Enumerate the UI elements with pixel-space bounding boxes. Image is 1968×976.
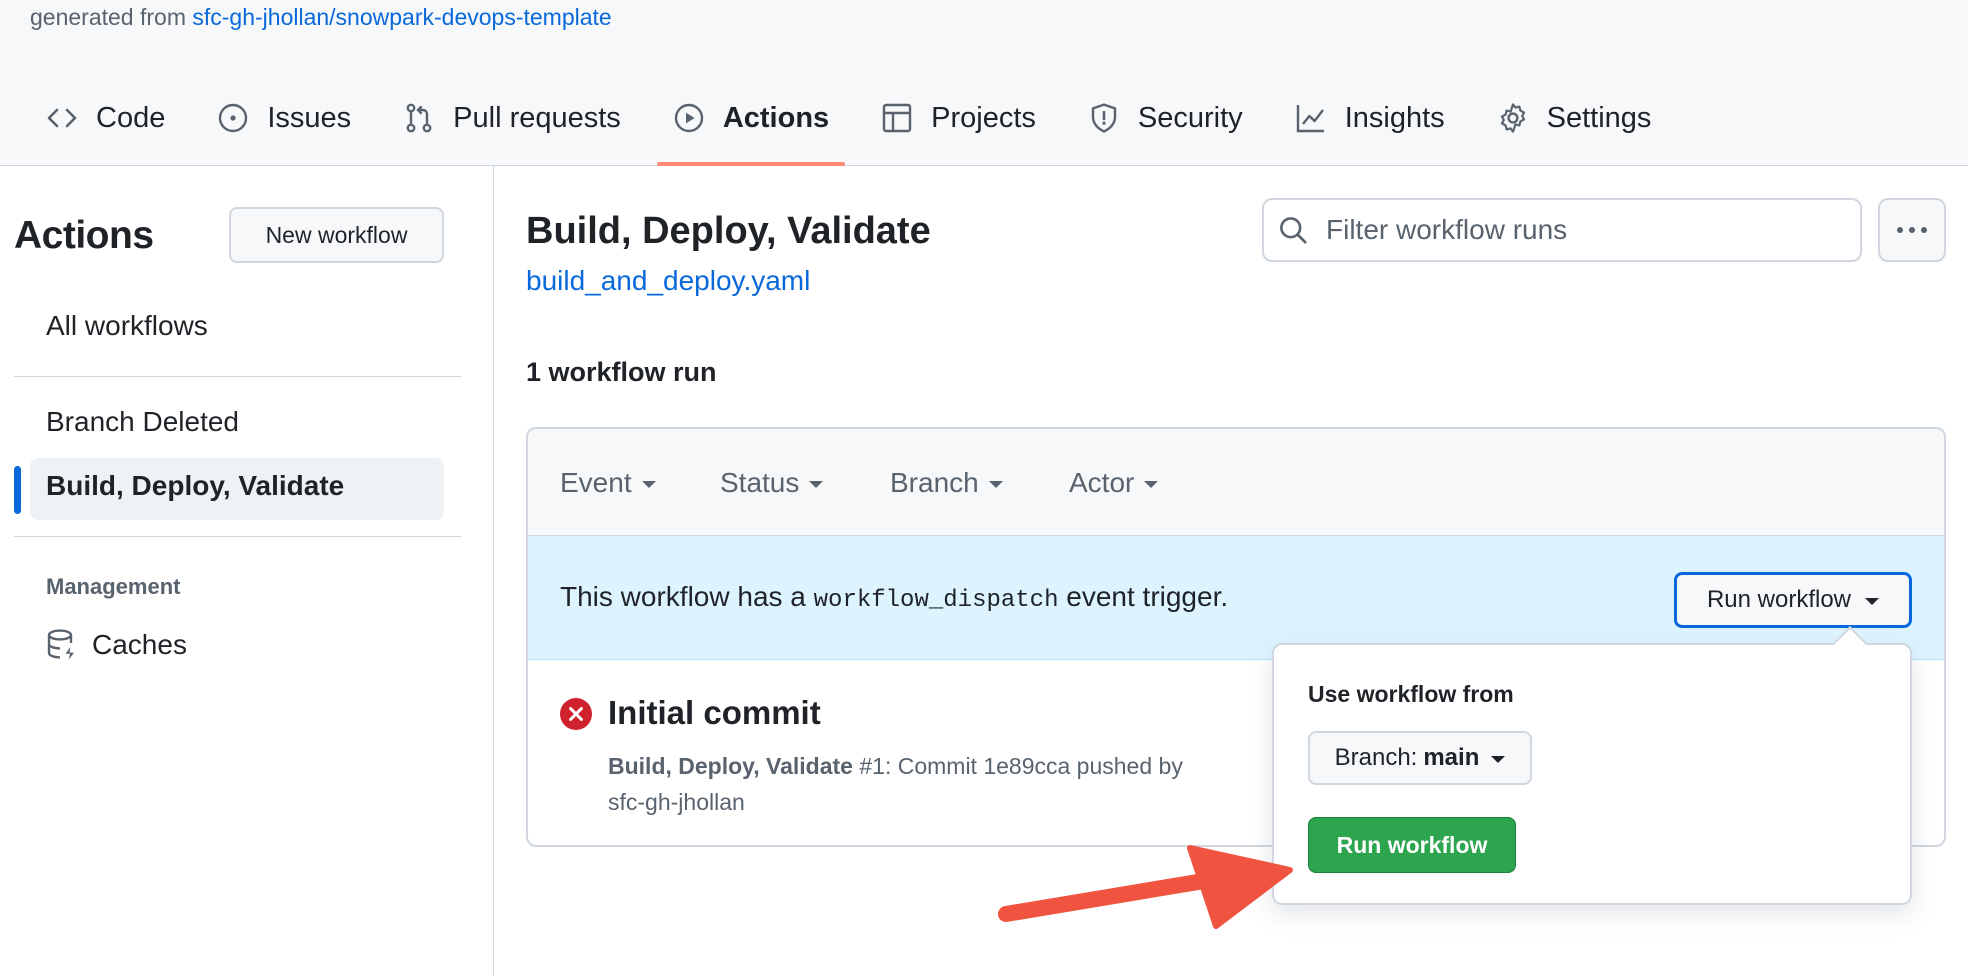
tab-label: Actions xyxy=(722,101,830,134)
caret-down-icon xyxy=(641,481,656,488)
popover-label: Use workflow from xyxy=(1308,681,1514,707)
tab-label: Code xyxy=(96,101,166,134)
repo-nav: Code Issues Pull requests Actions Projec… xyxy=(30,90,1687,166)
actions-sidebar: Actions New workflow All workflows Branc… xyxy=(0,166,494,976)
tab-pull-requests[interactable]: Pull requests xyxy=(387,90,637,146)
sidebar-title: Actions xyxy=(14,214,154,257)
tab-label: Pull requests xyxy=(453,101,621,134)
x-circle-fill-icon xyxy=(560,698,592,730)
button-label: Run workflow xyxy=(1706,586,1852,613)
tab-label: Security xyxy=(1137,101,1243,134)
caret-down-icon xyxy=(809,481,824,488)
branch-select-button[interactable]: Branch: main xyxy=(1308,731,1532,785)
filter-branch[interactable]: Branch xyxy=(890,467,1003,499)
tab-settings[interactable]: Settings xyxy=(1481,90,1668,146)
new-workflow-button[interactable]: New workflow xyxy=(229,207,444,263)
play-icon xyxy=(674,103,704,133)
filter-label: Actor xyxy=(1069,467,1135,498)
caret-down-icon xyxy=(1144,481,1159,488)
filter-label: Event xyxy=(560,467,632,498)
run-actor[interactable]: sfc-gh-jhollan xyxy=(608,789,745,815)
caret-down-icon xyxy=(1865,598,1880,605)
dispatch-text: This workflow has a workflow_dispatch ev… xyxy=(560,581,1229,614)
search-input[interactable] xyxy=(1326,214,1846,246)
code-icon xyxy=(47,108,77,128)
filter-label: Branch xyxy=(890,467,979,498)
tab-label: Issues xyxy=(267,101,352,134)
branch-prefix: Branch: xyxy=(1334,744,1418,771)
runs-count: 1 workflow run xyxy=(526,357,717,387)
sidebar-divider xyxy=(14,376,461,377)
tab-insights[interactable]: Insights xyxy=(1279,90,1461,146)
run-workflow-dropdown-button[interactable]: Run workflow xyxy=(1674,572,1912,628)
filter-event[interactable]: Event xyxy=(560,467,656,499)
sidebar-item-caches[interactable]: Caches xyxy=(46,628,187,662)
tab-label: Settings xyxy=(1546,101,1652,134)
management-heading: Management xyxy=(46,574,181,599)
runs-filter-bar: Event Status Branch Actor xyxy=(528,429,1944,536)
tab-security[interactable]: Security xyxy=(1072,90,1259,146)
filter-actor[interactable]: Actor xyxy=(1069,467,1159,499)
tab-projects[interactable]: Projects xyxy=(865,90,1052,146)
gear-icon xyxy=(1500,103,1525,133)
kebab-horizontal-icon xyxy=(1897,227,1927,233)
filter-workflow-runs[interactable] xyxy=(1262,198,1862,262)
search-icon xyxy=(1280,217,1307,244)
sidebar-item-label: Build, Deploy, Validate xyxy=(46,470,345,501)
run-workflow-name: Build, Deploy, Validate xyxy=(608,753,853,779)
tab-label: Projects xyxy=(931,101,1036,134)
graph-icon xyxy=(1296,105,1324,133)
more-options-button[interactable] xyxy=(1878,198,1946,262)
template-repo-link[interactable]: sfc-gh-jhollan/snowpark-devops-template xyxy=(192,4,611,30)
tab-code[interactable]: Code xyxy=(30,90,181,146)
database-icon xyxy=(47,629,74,660)
filter-label: Status xyxy=(720,467,800,498)
sidebar-item-all-workflows[interactable]: All workflows xyxy=(46,310,208,342)
generated-from-text: generated from sfc-gh-jhollan/snowpark-d… xyxy=(30,4,612,30)
tab-label: Insights xyxy=(1344,101,1445,134)
tab-issues[interactable]: Issues xyxy=(201,90,367,146)
repo-header: generated from sfc-gh-jhollan/snowpark-d… xyxy=(0,0,1968,166)
active-indicator xyxy=(14,466,21,514)
dispatch-code: workflow_dispatch xyxy=(813,587,1059,614)
sidebar-item-branch-deleted[interactable]: Branch Deleted xyxy=(46,406,239,438)
caret-down-icon xyxy=(988,481,1003,488)
shield-icon xyxy=(1091,103,1117,133)
dispatch-banner: This workflow has a workflow_dispatch ev… xyxy=(528,536,1944,660)
issue-icon xyxy=(219,103,248,133)
table-icon xyxy=(882,103,912,133)
workflow-file-link[interactable]: build_and_deploy.yaml xyxy=(526,265,810,297)
caches-label: Caches xyxy=(92,629,187,660)
run-meta: Build, Deploy, Validate #1: Commit 1e89c… xyxy=(608,753,1183,815)
sidebar-divider xyxy=(14,536,461,537)
pull-request-icon xyxy=(406,103,432,133)
run-workflow-popover: Use workflow from Branch: main Run workfl… xyxy=(1272,643,1912,905)
filter-status[interactable]: Status xyxy=(720,467,824,499)
run-workflow-button[interactable]: Run workflow xyxy=(1308,817,1516,873)
branch-value: main xyxy=(1423,744,1480,771)
page-title: Build, Deploy, Validate xyxy=(526,210,931,252)
run-title[interactable]: Initial commit xyxy=(608,694,821,732)
tab-actions[interactable]: Actions xyxy=(656,90,846,166)
caret-down-icon xyxy=(1491,756,1506,763)
